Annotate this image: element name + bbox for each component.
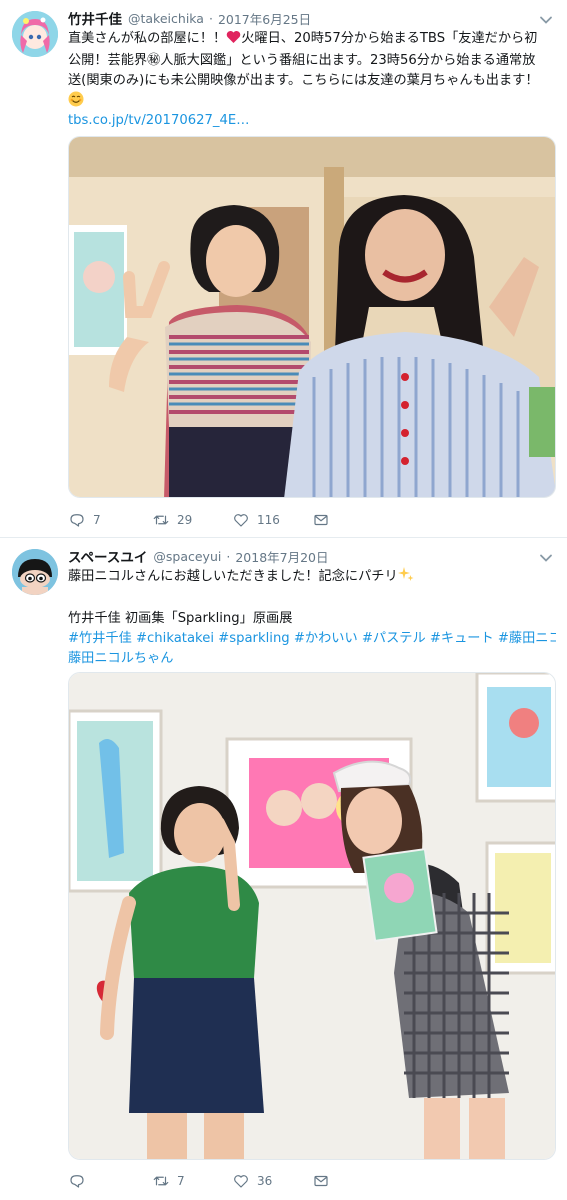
tweet-photo[interactable]: [68, 136, 556, 498]
tweet-text: 直美さんが私の部屋に！！ 火曜日、20時57分から始まるTBS「友達だから初 公開…: [68, 29, 556, 131]
retweet-count: 7: [177, 1174, 185, 1188]
like-count: 36: [257, 1174, 273, 1188]
direct-message-button[interactable]: [312, 510, 330, 530]
tweet-header: スペースユイ @spaceyui · 2018年7月20日: [68, 546, 329, 567]
reply-icon: [68, 511, 86, 529]
text-line: 藤田ニコルさんにお越しいただきました！記念にパチリ: [68, 569, 398, 584]
separator: ·: [226, 548, 231, 564]
like-count: 116: [257, 513, 280, 527]
like-button[interactable]: 36: [232, 1171, 312, 1191]
retweet-button[interactable]: 7: [152, 1171, 232, 1191]
reply-count: 7: [93, 513, 101, 527]
display-name[interactable]: スペースユイ: [68, 546, 147, 566]
text-line: 火曜日、20時57分から始まるTBS「友達だから初: [241, 31, 538, 46]
smile-emoji-icon: [68, 91, 556, 111]
direct-message-button[interactable]: [312, 1171, 330, 1191]
avatar[interactable]: [12, 549, 58, 595]
tweet-actions: 7 29 116: [68, 510, 330, 530]
handle[interactable]: @spaceyui: [153, 549, 221, 564]
envelope-icon: [312, 1172, 330, 1190]
heart-icon: [232, 1172, 250, 1190]
retweet-button[interactable]: 29: [152, 510, 232, 530]
text-line: 送(関東のみ)にも未公開映像が出ます。こちらには友達の葉月ちゃんも出ます！: [68, 73, 539, 88]
heart-icon: [232, 511, 250, 529]
reply-button[interactable]: 7: [68, 510, 152, 530]
tweet[interactable]: 竹井千佳 @takeichika · 2017年6月25日 直美さんが私の部屋に…: [0, 0, 567, 538]
reply-button[interactable]: [68, 1171, 152, 1191]
retweet-icon: [152, 511, 170, 529]
like-button[interactable]: 116: [232, 510, 312, 530]
text-line: 竹井千佳 初画集「Sparkling」原画展: [68, 611, 293, 626]
display-name[interactable]: 竹井千佳: [68, 8, 122, 28]
retweet-count: 29: [177, 513, 193, 527]
tweet[interactable]: スペースユイ @spaceyui · 2018年7月20日 藤田ニコルさんにお越…: [0, 539, 567, 1200]
tweet-text: 藤田ニコルさんにお越しいただきました！記念にパチリ 竹井千佳 初画集「Spark…: [68, 566, 556, 669]
chevron-down-icon[interactable]: [539, 12, 553, 26]
handle[interactable]: @takeichika: [128, 11, 204, 26]
tweet-link[interactable]: tbs.co.jp/tv/20170627_4E…: [68, 111, 556, 131]
text-line: 直美さんが私の部屋に！！: [68, 31, 227, 46]
chevron-down-icon[interactable]: [539, 550, 553, 564]
hashtag[interactable]: 藤田ニコルちゃん: [68, 649, 556, 669]
text-line: 公開！芸能界㊙人脈大図鑑」という番組に出ます。23時56分から始まる通常放: [68, 53, 536, 68]
tweet-actions: 7 36: [68, 1171, 330, 1191]
timestamp[interactable]: 2018年7月20日: [235, 547, 328, 566]
tweet-header: 竹井千佳 @takeichika · 2017年6月25日: [68, 8, 311, 29]
retweet-icon: [152, 1172, 170, 1190]
timestamp[interactable]: 2017年6月25日: [218, 9, 311, 28]
envelope-icon: [312, 511, 330, 529]
tweet-photo[interactable]: [68, 672, 556, 1160]
reply-icon: [68, 1172, 86, 1190]
sparkles-icon: [397, 566, 414, 589]
heart-emoji-icon: [226, 30, 241, 51]
separator: ·: [208, 10, 213, 26]
avatar[interactable]: [12, 11, 58, 57]
hashtag-list[interactable]: #竹井千佳 #chikatakei #sparkling #かわいい #パステル…: [68, 629, 556, 649]
